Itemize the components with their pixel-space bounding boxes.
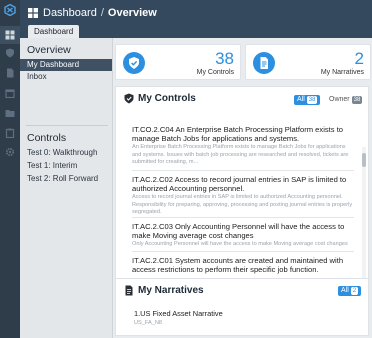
- controls-label: My Controls: [196, 69, 234, 76]
- filter-owner-label: Owner: [329, 96, 350, 103]
- document-icon[interactable]: [5, 68, 15, 78]
- filter-all-label: All: [297, 96, 305, 103]
- my-narratives-panel: My Narratives All 2 1.US Fixed Asset Narr…: [115, 278, 369, 336]
- control-list-item[interactable]: IT.CO.2.C04 An Enterprise Batch Processi…: [132, 125, 354, 166]
- control-title: IT.AC.2.C01 System accounts are created …: [132, 256, 344, 275]
- nav-item-test-1[interactable]: Test 1: Interim: [20, 160, 112, 172]
- filter-owner-count: 38: [351, 96, 363, 104]
- left-nav: Overview My Dashboard Inbox Controls Tes…: [20, 38, 113, 338]
- filter-owner-button[interactable]: Owner 38: [326, 95, 365, 105]
- panel-header: My Narratives All 2: [116, 279, 368, 301]
- breadcrumb-separator: /: [100, 6, 104, 19]
- list-divider: [132, 170, 354, 171]
- breadcrumb-parent[interactable]: Dashboard: [43, 7, 97, 19]
- scrollbar-thumb[interactable]: [362, 153, 366, 167]
- document-icon: [260, 57, 268, 69]
- nav-item-my-dashboard[interactable]: My Dashboard: [20, 59, 112, 71]
- top-bar: Dashboard / Overview: [20, 0, 372, 24]
- my-narratives-title: My Narratives: [138, 285, 204, 296]
- settings-icon[interactable]: [5, 147, 15, 157]
- clipboard-icon[interactable]: [5, 128, 15, 138]
- filter-all-count: 2: [350, 287, 359, 295]
- narrative-code: US_FA_N8: [134, 320, 162, 326]
- document-icon: [125, 285, 133, 296]
- control-title: IT.CO.2.C04 An Enterprise Batch Processi…: [132, 125, 344, 144]
- shield-icon[interactable]: [5, 48, 15, 58]
- nav-item-test-0[interactable]: Test 0: Walkthrough: [20, 147, 112, 159]
- control-title: IT.AC.2.C03 Only Accounting Personnel wi…: [132, 222, 345, 241]
- stat-circle: [123, 52, 145, 74]
- breadcrumb-current: Overview: [107, 6, 157, 19]
- stat-circle: [253, 52, 275, 74]
- breadcrumb: Dashboard / Overview: [28, 6, 157, 19]
- main-content: 38 My Controls 2 My Narratives My Contro…: [113, 38, 372, 338]
- list-divider: [132, 217, 354, 218]
- nav-divider: [26, 125, 108, 126]
- stat-card-narratives[interactable]: 2 My Narratives: [245, 44, 371, 80]
- control-description: Only Accounting Personnel will have the …: [132, 241, 348, 248]
- narratives-label: My Narratives: [320, 69, 364, 76]
- list-divider: [132, 251, 354, 252]
- controls-heading: Controls: [27, 132, 67, 144]
- control-list-item[interactable]: IT.AC.2.C01 System accounts are created …: [132, 256, 354, 276]
- control-list-item[interactable]: IT.AC.2.C03 Only Accounting Personnel wi…: [132, 222, 354, 249]
- filter-all-label: All: [341, 287, 349, 294]
- shield-check-icon: [129, 57, 139, 69]
- controls-count: 38: [215, 49, 234, 68]
- control-list-item[interactable]: IT.AC.2.C02 Access to record journal ent…: [132, 175, 354, 216]
- calendar-icon[interactable]: [5, 88, 15, 98]
- filter-all-button[interactable]: All 38: [294, 95, 321, 105]
- dashboard-icon[interactable]: [5, 30, 15, 40]
- my-controls-title: My Controls: [138, 93, 196, 104]
- overview-heading: Overview: [27, 44, 71, 56]
- filter-all-button[interactable]: All 2: [338, 286, 362, 296]
- narrative-title: 1.US Fixed Asset Narrative: [134, 309, 223, 318]
- tab-dashboard[interactable]: Dashboard: [28, 25, 80, 38]
- stat-card-controls[interactable]: 38 My Controls: [115, 44, 241, 80]
- logo-icon[interactable]: [4, 4, 16, 16]
- narratives-count: 2: [354, 49, 364, 68]
- nav-item-inbox[interactable]: Inbox: [20, 71, 112, 83]
- icon-rail: [0, 0, 20, 338]
- narrative-list-item[interactable]: 1.US Fixed Asset Narrative US_FA_N8: [134, 309, 223, 326]
- control-title: IT.AC.2.C02 Access to record journal ent…: [132, 175, 347, 194]
- dashboard-icon: [28, 7, 38, 18]
- panel-header: My Controls All 38 Owner 38: [116, 87, 368, 109]
- control-description: An Enterprise Batch Processing Platform …: [132, 144, 349, 165]
- tab-bar: Dashboard: [20, 24, 372, 38]
- shield-check-icon: [124, 93, 134, 104]
- folder-icon[interactable]: [5, 108, 15, 118]
- control-description: Access to record journal entries in SAP …: [132, 194, 353, 215]
- filter-all-count: 38: [306, 96, 318, 104]
- nav-item-test-2[interactable]: Test 2: Roll Forward: [20, 173, 112, 185]
